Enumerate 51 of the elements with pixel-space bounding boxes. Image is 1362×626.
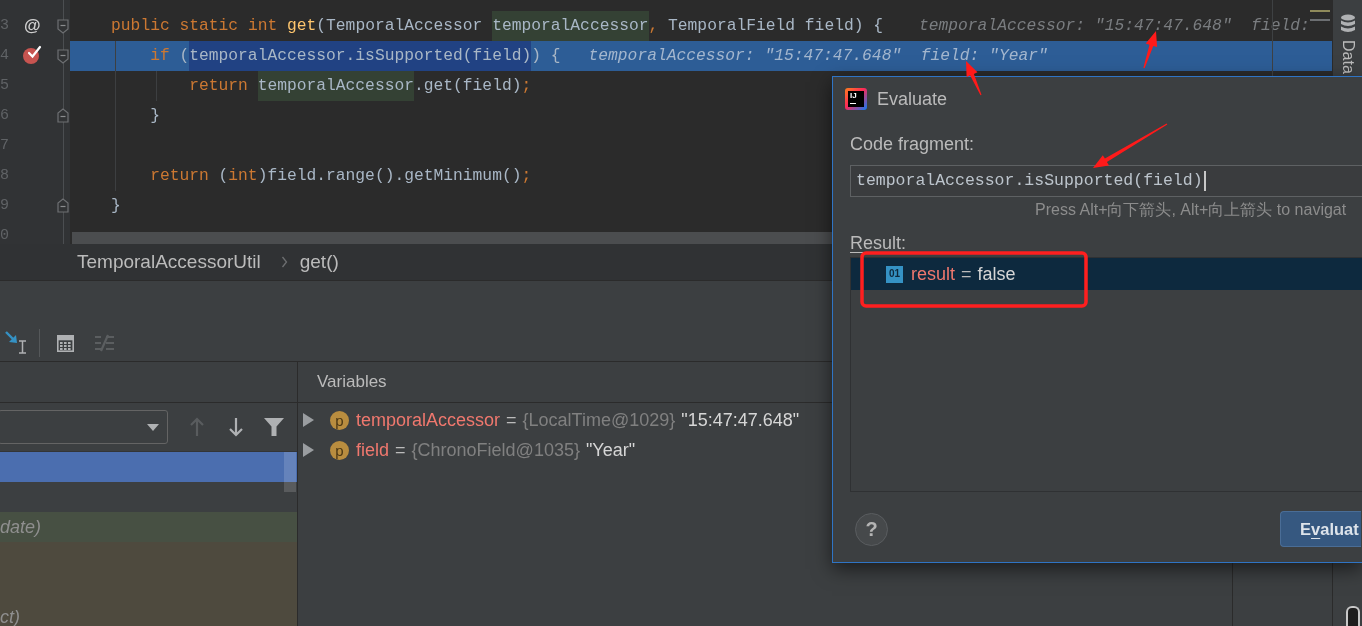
expand-arrow-icon[interactable] — [302, 413, 314, 427]
parameter-marker: p — [330, 440, 349, 460]
annotation-arrow — [1143, 31, 1158, 69]
fold-icon[interactable] — [57, 198, 69, 213]
arrow-down-icon[interactable] — [229, 417, 243, 437]
inline-value-hint: temporalAccessor: "15:47:47.648" field: — [919, 14, 1310, 37]
breadcrumb-item[interactable]: TemporalAccessorUtil — [77, 250, 261, 274]
frame-label: date) — [0, 516, 42, 538]
result-row[interactable]: 01 result = false — [851, 258, 1362, 290]
text-cursor-icon — [1203, 171, 1206, 191]
app-logo: IJ — [845, 88, 867, 110]
database-icon[interactable] — [1339, 14, 1356, 34]
code-line: public static int get(TemporalAccessor temporalAccessor, TemporalField field) { — [111, 11, 883, 41]
dialog-title: Evaluate — [877, 87, 948, 111]
scrollbar-thumb[interactable] — [1346, 606, 1360, 626]
code-line: return temporalAccessor.get(field); — [189, 71, 532, 101]
code-line: } — [111, 195, 121, 217]
fold-icon[interactable] — [57, 108, 69, 123]
inline-value-hint: temporalAccessor: "15:47:47.648" field: "Year" — [588, 44, 1048, 67]
variable-entry[interactable]: temporalAccessor = {LocalTime@1029} "15:47:47.648" — [356, 409, 800, 431]
code-line: if (temporalAccessor.isSupported(field)) { — [150, 41, 561, 71]
fold-icon[interactable] — [57, 19, 69, 34]
caret-icon — [147, 423, 159, 431]
code-line: } — [150, 105, 160, 127]
dropdown[interactable] — [0, 410, 168, 444]
annotation-arrow — [966, 61, 982, 96]
result-entry[interactable]: result = false — [911, 263, 1016, 285]
fold-icon[interactable] — [57, 49, 69, 64]
filter-icon[interactable] — [264, 418, 284, 436]
section-label: Result: — [850, 232, 907, 254]
tool-window-tab[interactable]: Data — [1338, 40, 1357, 74]
expand-arrow-icon[interactable] — [302, 443, 314, 457]
variable-entry[interactable]: field = {ChronoField@1035} "Year" — [356, 439, 636, 461]
field-label: Code fragment: — [850, 133, 975, 155]
value-type-label: 01 — [886, 265, 903, 283]
breadcrumb-item[interactable]: get() — [299, 250, 339, 274]
chevron-icon — [280, 256, 288, 268]
help-button[interactable]: ? — [855, 512, 888, 546]
lines-icon — [1310, 9, 1330, 22]
breakpoint-icon[interactable] — [22, 45, 42, 65]
code-fragment-field[interactable]: temporalAccessor.isSupported(field) — [850, 165, 1362, 197]
panel-title: Variables — [317, 371, 387, 394]
parameter-marker: p — [330, 410, 349, 430]
evaluate-button[interactable]: Evaluat — [1280, 511, 1361, 547]
at-sign-marker: @ — [24, 15, 41, 37]
hint-text: Press Alt+向下箭头, Alt+向上箭头 to navigat — [1035, 200, 1347, 220]
code-line: return (int)field.range().getMinimum(); — [150, 165, 532, 187]
scrollbar-thumb[interactable] — [284, 452, 296, 492]
frame-label: ct) — [0, 606, 20, 626]
calculator-icon[interactable] — [57, 334, 74, 352]
arrow-cursor-icon[interactable] — [5, 331, 27, 355]
